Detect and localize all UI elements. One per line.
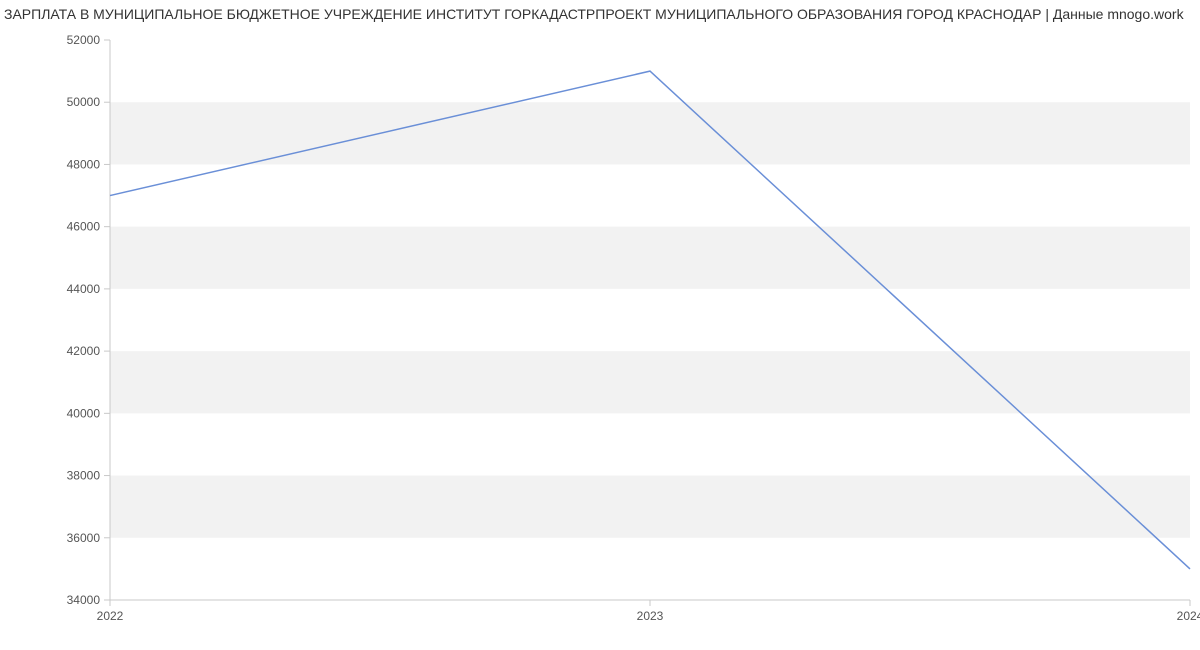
svg-text:48000: 48000: [67, 157, 101, 171]
svg-text:40000: 40000: [67, 406, 101, 420]
svg-text:2024: 2024: [1177, 609, 1200, 623]
svg-text:2022: 2022: [97, 609, 124, 623]
svg-text:2023: 2023: [637, 609, 664, 623]
svg-text:46000: 46000: [67, 220, 101, 234]
chart-container: ЗАРПЛАТА В МУНИЦИПАЛЬНОЕ БЮДЖЕТНОЕ УЧРЕЖ…: [0, 0, 1200, 650]
chart-svg: 3400036000380004000042000440004600048000…: [110, 40, 1190, 600]
svg-text:42000: 42000: [67, 344, 101, 358]
chart-title: ЗАРПЛАТА В МУНИЦИПАЛЬНОЕ БЮДЖЕТНОЕ УЧРЕЖ…: [0, 6, 1200, 22]
chart-plot-area: 3400036000380004000042000440004600048000…: [110, 40, 1190, 600]
svg-text:34000: 34000: [67, 593, 101, 607]
svg-text:38000: 38000: [67, 469, 101, 483]
svg-text:44000: 44000: [67, 282, 101, 296]
svg-text:36000: 36000: [67, 531, 101, 545]
svg-text:50000: 50000: [67, 95, 101, 109]
svg-text:52000: 52000: [67, 33, 101, 47]
